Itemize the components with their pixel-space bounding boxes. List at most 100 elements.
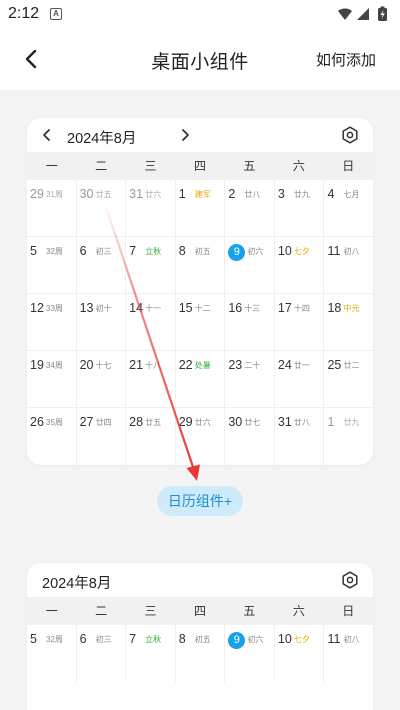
day-cell[interactable]: 7 立秋 xyxy=(126,237,176,293)
weekday-label: 四 xyxy=(193,159,206,173)
weekday-label: 五 xyxy=(243,604,256,618)
day-subtitle: 初三 xyxy=(95,635,112,644)
wifi-icon xyxy=(338,8,352,20)
day-number: 27 xyxy=(79,415,94,429)
day-cell[interactable]: 4 七月 xyxy=(324,180,373,236)
day-cell[interactable]: 30 廿五 xyxy=(77,180,127,236)
day-cell[interactable]: 29 31周 xyxy=(27,180,77,236)
week-row: 19 34周 20 十七 21 十八 22 处暑 23 二十 24 廿一 25 廿二 xyxy=(27,351,373,408)
day-cell[interactable]: 25 廿二 xyxy=(324,351,373,407)
day-cell[interactable]: 1 廿九 xyxy=(324,408,373,465)
day-cell[interactable]: 22 处暑 xyxy=(176,351,226,407)
day-subtitle: 廿五 xyxy=(145,418,162,427)
day-cell[interactable]: 23 二十 xyxy=(225,351,275,407)
weekday-header: 一二三四五六日 xyxy=(27,152,373,180)
add-calendar-widget-button[interactable]: 日历组件+ xyxy=(157,486,243,516)
prev-month-icon[interactable] xyxy=(39,127,55,143)
day-cell[interactable]: 16 十三 xyxy=(225,294,275,350)
calendar-header: 2024年8月 xyxy=(27,118,373,152)
day-number: 16 xyxy=(228,301,243,315)
day-number: 9 xyxy=(228,632,246,649)
day-number: 7 xyxy=(129,244,137,258)
day-cell[interactable]: 1 建军 xyxy=(176,180,226,236)
day-cell[interactable]: 7 立秋 xyxy=(126,625,176,682)
day-cell[interactable]: 8 初五 xyxy=(176,237,226,293)
status-time: 2:12 xyxy=(8,5,40,22)
weekday-label: 三 xyxy=(144,159,157,173)
day-subtitle: 七夕 xyxy=(293,247,310,256)
day-cell[interactable]: 24 廿一 xyxy=(275,351,325,407)
day-number: 7 xyxy=(129,632,137,646)
how-to-add-link[interactable]: 如何添加 xyxy=(316,49,376,70)
day-cell[interactable]: 14 十一 xyxy=(126,294,176,350)
day-subtitle: 初三 xyxy=(95,247,112,256)
day-subtitle: 初五 xyxy=(194,635,211,644)
day-number: 8 xyxy=(178,244,186,258)
calendar-widget-compact[interactable]: 2024年8月 一二三四五六日 5 32周 6 初三 7 立秋 8 初五 9 初六 10 七夕 11 初八 xyxy=(27,563,373,710)
day-cell[interactable]: 28 廿五 xyxy=(126,408,176,465)
day-number: 30 xyxy=(228,415,243,429)
day-subtitle: 34周 xyxy=(46,361,63,370)
calendar-header: 2024年8月 xyxy=(27,563,373,597)
day-cell-today[interactable]: 9 初六 xyxy=(225,625,275,682)
day-subtitle: 建军 xyxy=(194,190,211,199)
day-cell[interactable]: 29 廿六 xyxy=(176,408,226,465)
day-cell[interactable]: 26 35周 xyxy=(27,408,77,465)
day-cell[interactable]: 11 初八 xyxy=(324,237,373,293)
day-subtitle: 廿九 xyxy=(293,190,310,199)
day-cell[interactable]: 10 七夕 xyxy=(275,625,325,682)
weekday-label: 日 xyxy=(342,159,355,173)
app-header: 桌面小组件 如何添加 xyxy=(0,28,400,90)
signal-icon xyxy=(357,8,369,20)
day-cell[interactable]: 12 33周 xyxy=(27,294,77,350)
day-subtitle: 33周 xyxy=(46,304,63,313)
day-number: 6 xyxy=(79,632,87,646)
day-number: 29 xyxy=(178,415,193,429)
day-cell[interactable]: 5 32周 xyxy=(27,625,77,682)
weekday-label: 三 xyxy=(144,604,157,618)
day-cell[interactable]: 10 七夕 xyxy=(275,237,325,293)
day-cell[interactable]: 21 十八 xyxy=(126,351,176,407)
day-cell[interactable]: 11 初八 xyxy=(324,625,373,682)
settings-gear-icon[interactable] xyxy=(341,571,359,589)
day-number: 26 xyxy=(30,415,44,429)
day-cell[interactable]: 20 十七 xyxy=(77,351,127,407)
next-month-icon[interactable] xyxy=(177,127,193,143)
day-cell[interactable]: 31 廿六 xyxy=(126,180,176,236)
week-row: 5 32周 6 初三 7 立秋 8 初五 9 初六 10 七夕 11 初八 xyxy=(27,237,373,294)
day-subtitle: 初八 xyxy=(343,635,360,644)
day-number: 11 xyxy=(327,632,341,646)
settings-gear-icon[interactable] xyxy=(341,126,359,144)
day-subtitle: 31周 xyxy=(46,190,63,199)
day-subtitle: 七月 xyxy=(343,190,360,199)
day-subtitle: 十四 xyxy=(293,304,310,313)
day-cell[interactable]: 6 初三 xyxy=(77,625,127,682)
day-cell-today[interactable]: 9 初六 xyxy=(225,237,275,293)
day-number: 23 xyxy=(228,358,243,372)
day-cell[interactable]: 15 十二 xyxy=(176,294,226,350)
day-cell[interactable]: 17 十四 xyxy=(275,294,325,350)
day-cell[interactable]: 27 廿四 xyxy=(77,408,127,465)
day-number: 31 xyxy=(277,415,292,429)
notification-icon: A xyxy=(50,8,62,20)
day-number: 17 xyxy=(277,301,292,315)
day-cell[interactable]: 5 32周 xyxy=(27,237,77,293)
day-number: 8 xyxy=(178,632,186,646)
day-cell[interactable]: 6 初三 xyxy=(77,237,127,293)
day-cell[interactable]: 18 中元 xyxy=(324,294,373,350)
day-cell[interactable]: 8 初五 xyxy=(176,625,226,682)
system-icons xyxy=(338,6,387,21)
day-number: 22 xyxy=(178,358,193,372)
day-number: 4 xyxy=(327,187,335,201)
day-cell[interactable]: 19 34周 xyxy=(27,351,77,407)
day-cell[interactable]: 3 廿九 xyxy=(275,180,325,236)
day-cell[interactable]: 2 廿八 xyxy=(225,180,275,236)
calendar-widget-large[interactable]: 2024年8月 一二三四五六日 29 31周 30 廿五 31 廿六 1 建军 2 廿八 3 廿九 4 七… xyxy=(27,118,373,465)
day-cell[interactable]: 13 初十 xyxy=(77,294,127,350)
day-subtitle: 廿四 xyxy=(95,418,112,427)
day-number: 13 xyxy=(79,301,94,315)
day-subtitle: 初五 xyxy=(194,247,211,256)
day-cell[interactable]: 30 廿七 xyxy=(225,408,275,465)
day-cell[interactable]: 31 廿八 xyxy=(275,408,325,465)
day-subtitle: 廿八 xyxy=(244,190,261,199)
